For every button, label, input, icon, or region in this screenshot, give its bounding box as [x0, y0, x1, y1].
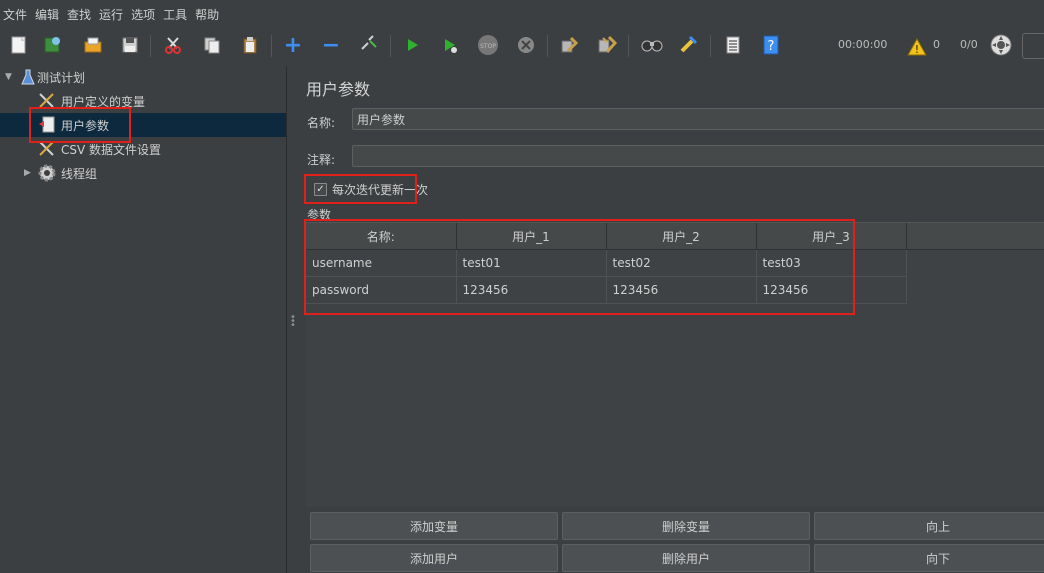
toolbar: + − STOP ? 00:00:00 ! 0 0/0: [0, 28, 1044, 64]
update-once-per-iteration[interactable]: ✓ 每次迭代更新一次: [314, 181, 428, 198]
user-parameters-panel: 用户参数 名称: 用户参数 注释: ✓ 每次迭代更新一次 参数 名称: 用户_1…: [298, 66, 1044, 573]
tree-item-test-plan[interactable]: ▼ 测试计划: [0, 66, 286, 88]
help-icon[interactable]: ?: [760, 34, 782, 56]
comment-label: 注释:: [307, 153, 336, 167]
start-no-pause-icon[interactable]: [439, 34, 461, 56]
tools-icon: [38, 140, 56, 158]
table-row[interactable]: password 123456 123456 123456: [306, 276, 907, 304]
name-field[interactable]: 用户参数: [352, 108, 1044, 130]
elapsed-timer: 00:00:00: [838, 38, 888, 51]
tree-item-user-defined-variables[interactable]: 用户定义的变量: [0, 90, 286, 112]
warning-count: 0: [933, 38, 940, 51]
tree-item-csv-data-set[interactable]: CSV 数据文件设置: [0, 138, 286, 160]
table-cell[interactable]: 123456: [456, 276, 607, 304]
clear-all-icon[interactable]: [596, 34, 618, 56]
cut-icon[interactable]: [162, 34, 184, 56]
table-cell[interactable]: password: [306, 276, 457, 304]
tree-item-user-parameters[interactable]: 用户参数: [0, 113, 286, 137]
parameters-table: 名称: 用户_1 用户_2 用户_3 username test01 test0…: [306, 223, 907, 304]
preprocessor-icon: [38, 116, 56, 134]
toolbar-separator: [150, 35, 151, 57]
menu-help[interactable]: 帮助: [191, 4, 223, 26]
menu-options[interactable]: 选项: [127, 4, 159, 26]
svg-text:!: !: [915, 43, 919, 56]
delete-user-button[interactable]: 删除用户: [562, 544, 810, 572]
caret-down-icon[interactable]: ▼: [5, 72, 12, 82]
tree-item-label: 用户参数: [61, 118, 110, 133]
tree-item-label: 线程组: [61, 166, 98, 181]
templates-icon[interactable]: [42, 34, 64, 56]
name-label: 名称:: [307, 116, 336, 130]
test-plan-tree: ▼ 测试计划 用户定义的变量 用户参数 CSV 数据文件设置 ▶ 线程组: [0, 66, 286, 573]
menu-edit[interactable]: 编辑: [31, 4, 63, 26]
start-icon[interactable]: [401, 34, 423, 56]
svg-text:?: ?: [768, 39, 775, 54]
update-once-checkbox[interactable]: ✓: [314, 183, 327, 196]
jmeter-window: 文件 编辑 查找 运行 选项 工具 帮助 + − STOP ? 00:00:00…: [0, 0, 1044, 573]
table-cell[interactable]: test03: [756, 249, 907, 277]
svg-text:STOP: STOP: [480, 43, 496, 50]
menu-bar: 文件 编辑 查找 运行 选项 工具 帮助: [0, 4, 1044, 26]
menu-run[interactable]: 运行: [95, 4, 127, 26]
remote-icon[interactable]: [990, 34, 1012, 56]
tree-item-label: 测试计划: [37, 70, 86, 85]
comment-field[interactable]: [352, 145, 1044, 167]
menu-file[interactable]: 文件: [0, 4, 31, 26]
table-cell[interactable]: 123456: [606, 276, 757, 304]
function-helper-icon[interactable]: [722, 34, 744, 56]
expand-icon[interactable]: +: [282, 33, 304, 58]
search-icon[interactable]: [641, 34, 663, 56]
gear-icon: [38, 164, 56, 182]
toolbar-separator: [710, 35, 711, 57]
table-cell[interactable]: test01: [456, 249, 607, 277]
flask-icon: [19, 68, 37, 86]
table-cell[interactable]: username: [306, 249, 457, 277]
column-header[interactable]: 用户_1: [456, 223, 607, 250]
add-variable-button[interactable]: 添加变量: [310, 512, 558, 540]
copy-icon[interactable]: [201, 34, 223, 56]
table-cell[interactable]: test02: [606, 249, 757, 277]
parameters-table-area: 名称: 用户_1 用户_2 用户_3 username test01 test0…: [306, 222, 1044, 507]
thread-count: 0/0: [960, 38, 978, 51]
search-box[interactable]: [1022, 33, 1044, 59]
table-header-row: 名称: 用户_1 用户_2 用户_3: [306, 223, 907, 250]
clear-icon[interactable]: [558, 34, 580, 56]
reset-search-icon[interactable]: [677, 34, 699, 56]
tree-item-label: CSV 数据文件设置: [61, 142, 162, 157]
panel-title: 用户参数: [306, 80, 371, 99]
add-user-button[interactable]: 添加用户: [310, 544, 558, 572]
save-icon[interactable]: [119, 34, 141, 56]
table-cell[interactable]: 123456: [756, 276, 907, 304]
open-icon[interactable]: [82, 34, 104, 56]
stop-icon[interactable]: STOP: [477, 34, 499, 56]
tree-item-label: 用户定义的变量: [61, 94, 146, 109]
tools-icon: [38, 92, 56, 110]
update-once-label: 每次迭代更新一次: [332, 183, 429, 197]
tree-item-thread-group[interactable]: ▶ 线程组: [0, 162, 286, 184]
caret-right-icon[interactable]: ▶: [24, 168, 31, 178]
toolbar-separator: [271, 35, 272, 57]
table-header-filler: [906, 223, 1044, 250]
shutdown-icon[interactable]: [515, 34, 537, 56]
column-header[interactable]: 名称:: [306, 223, 457, 250]
column-header[interactable]: 用户_2: [606, 223, 757, 250]
new-icon[interactable]: [8, 34, 30, 56]
move-up-button[interactable]: 向上: [814, 512, 1044, 540]
toolbar-separator: [390, 35, 391, 57]
delete-variable-button[interactable]: 删除变量: [562, 512, 810, 540]
toolbar-separator: [547, 35, 548, 57]
warning-icon[interactable]: !: [906, 36, 928, 58]
paste-icon[interactable]: [239, 34, 261, 56]
column-header[interactable]: 用户_3: [756, 223, 907, 250]
menu-search[interactable]: 查找: [63, 4, 95, 26]
table-row[interactable]: username test01 test02 test03: [306, 249, 907, 277]
collapse-icon[interactable]: −: [320, 33, 342, 58]
move-down-button[interactable]: 向下: [814, 544, 1044, 572]
splitter-grip-icon[interactable]: • • •: [290, 313, 296, 331]
params-label: 参数: [307, 208, 332, 222]
toggle-icon[interactable]: [358, 34, 380, 56]
menu-tools[interactable]: 工具: [159, 4, 191, 26]
toolbar-separator: [628, 35, 629, 57]
